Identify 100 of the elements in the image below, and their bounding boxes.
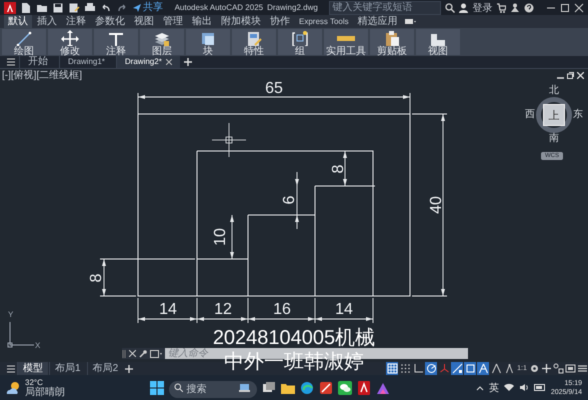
close-icon[interactable]: [129, 350, 136, 357]
volume-icon[interactable]: [518, 383, 529, 392]
dimension-line: [248, 298, 316, 324]
dot-grid-icon: [400, 363, 410, 374]
group-icon: [291, 30, 309, 46]
ribbon-button[interactable]: 块: [186, 29, 230, 55]
task-view-icon[interactable]: [262, 380, 276, 394]
ribbon-tab[interactable]: 管理: [159, 15, 187, 28]
axis-label: Y: [8, 311, 14, 319]
status-toggle[interactable]: [490, 362, 502, 375]
close-icon[interactable]: [577, 72, 584, 79]
ribbon-tab[interactable]: 附加模块: [217, 15, 265, 28]
input-method-label[interactable]: 英: [488, 380, 499, 394]
status-toggle[interactable]: [464, 362, 476, 375]
search-icon: [174, 383, 184, 392]
grid-icon: [386, 363, 398, 374]
share-button[interactable]: 共享: [132, 2, 163, 14]
ribbon-tab[interactable]: Express Tools: [295, 15, 353, 28]
file-tab[interactable]: Drawing2*: [116, 56, 180, 68]
menu-icon[interactable]: [6, 56, 16, 68]
cart-icon[interactable]: [496, 2, 506, 12]
compass-label[interactable]: 东: [573, 110, 583, 120]
compass-label[interactable]: 西: [525, 110, 535, 120]
viewport-label[interactable]: [-][俯视][二维线框]: [2, 70, 82, 81]
ribbon-tab[interactable]: 协作: [266, 15, 294, 28]
status-toggle[interactable]: [438, 362, 450, 375]
status-toggle[interactable]: [399, 362, 411, 375]
wifi-icon[interactable]: [504, 383, 514, 392]
status-toggle[interactable]: [412, 362, 424, 375]
undo-icon[interactable]: [100, 2, 112, 14]
status-toggle[interactable]: [503, 362, 515, 375]
ruler-icon: [337, 36, 355, 41]
redo-icon[interactable]: [116, 2, 128, 14]
crosshair-cursor: [212, 122, 246, 158]
dimension-line: [314, 298, 374, 324]
isolate-icon[interactable]: [553, 362, 564, 375]
slash-app-icon[interactable]: [319, 380, 334, 394]
text-lines-icon: [107, 30, 125, 46]
battery-icon[interactable]: [534, 383, 546, 392]
maximize-icon[interactable]: [560, 2, 570, 12]
browser-icon[interactable]: [300, 380, 314, 394]
ribbon-tab[interactable]: 参数化: [91, 15, 129, 28]
viewcube-face[interactable]: 上: [543, 104, 565, 126]
ribbon-button[interactable]: 视图: [416, 29, 460, 55]
ribbon-button[interactable]: 特性: [232, 29, 276, 55]
start-icon[interactable]: [150, 380, 164, 394]
ribbon-tab[interactable]: 注释: [62, 15, 90, 28]
plus-icon[interactable]: [182, 56, 193, 68]
sign-in-link[interactable]: 登录: [472, 0, 492, 14]
ribbon-button[interactable]: 绘图: [2, 29, 46, 55]
ribbon-button[interactable]: 组: [278, 29, 322, 55]
plus-icon[interactable]: [541, 362, 552, 375]
search-icon[interactable]: [445, 2, 456, 12]
compass-label[interactable]: 北: [549, 86, 559, 96]
search-field[interactable]: 键入关键字或短语: [329, 0, 442, 14]
ribbon-button[interactable]: 实用工具: [324, 29, 368, 55]
dimension-text: 14: [159, 301, 177, 318]
ribbon-button[interactable]: 图层: [140, 29, 184, 55]
save-icon[interactable]: [52, 2, 64, 14]
save-as-icon[interactable]: [68, 2, 80, 14]
file-tab[interactable]: 开始: [19, 56, 56, 68]
status-toggle[interactable]: [425, 362, 437, 375]
weather-icon[interactable]: [6, 380, 20, 394]
snap-line-icon: [452, 363, 462, 374]
command-history-icon[interactable]: [150, 350, 162, 358]
help-icon[interactable]: [524, 2, 534, 12]
chevron-up-icon[interactable]: [476, 384, 484, 392]
ribbon-tab[interactable]: 视图: [130, 15, 158, 28]
annotation-visibility-icon: [490, 363, 502, 374]
cad-app-icon[interactable]: [357, 380, 372, 394]
dimension-text: 16: [273, 301, 291, 318]
ribbon-button[interactable]: 修改: [48, 29, 92, 55]
ribbon-button[interactable]: 剪贴板: [370, 29, 414, 55]
ribbon-tab[interactable]: 插入: [33, 15, 61, 28]
annotation-scale-icon: [504, 363, 514, 374]
person-network-icon[interactable]: [510, 2, 520, 12]
print-icon[interactable]: [84, 2, 96, 14]
file-tab[interactable]: Drawing1*: [59, 56, 113, 68]
ribbon-tab[interactable]: 默认: [4, 15, 32, 28]
move-arrows-icon: [61, 30, 79, 46]
ribbon-tab[interactable]: 精选应用: [354, 15, 402, 28]
chat-app-icon[interactable]: [338, 380, 352, 394]
user-icon: [459, 2, 468, 12]
triangle-app-icon[interactable]: [376, 380, 390, 394]
gear-icon[interactable]: [529, 362, 540, 375]
line-icon: [15, 30, 33, 46]
close-icon[interactable]: [166, 59, 172, 65]
wrench-icon[interactable]: [139, 350, 147, 358]
ribbon-button[interactable]: 注释: [94, 29, 138, 55]
clipboard-icon: [383, 30, 401, 46]
layout-tab[interactable]: 模型: [17, 362, 48, 375]
close-icon[interactable]: [574, 2, 584, 12]
compass-label[interactable]: 南: [549, 134, 559, 144]
right-angle-icon: [412, 363, 424, 374]
taskbar-search-field[interactable]: 搜索: [169, 381, 258, 398]
restore-icon[interactable]: [567, 72, 574, 79]
axis-label: X: [35, 342, 40, 350]
fullscreen-icon[interactable]: [565, 362, 576, 375]
ribbon-tab[interactable]: 输出: [188, 15, 216, 28]
plus-icon[interactable]: [124, 362, 134, 375]
